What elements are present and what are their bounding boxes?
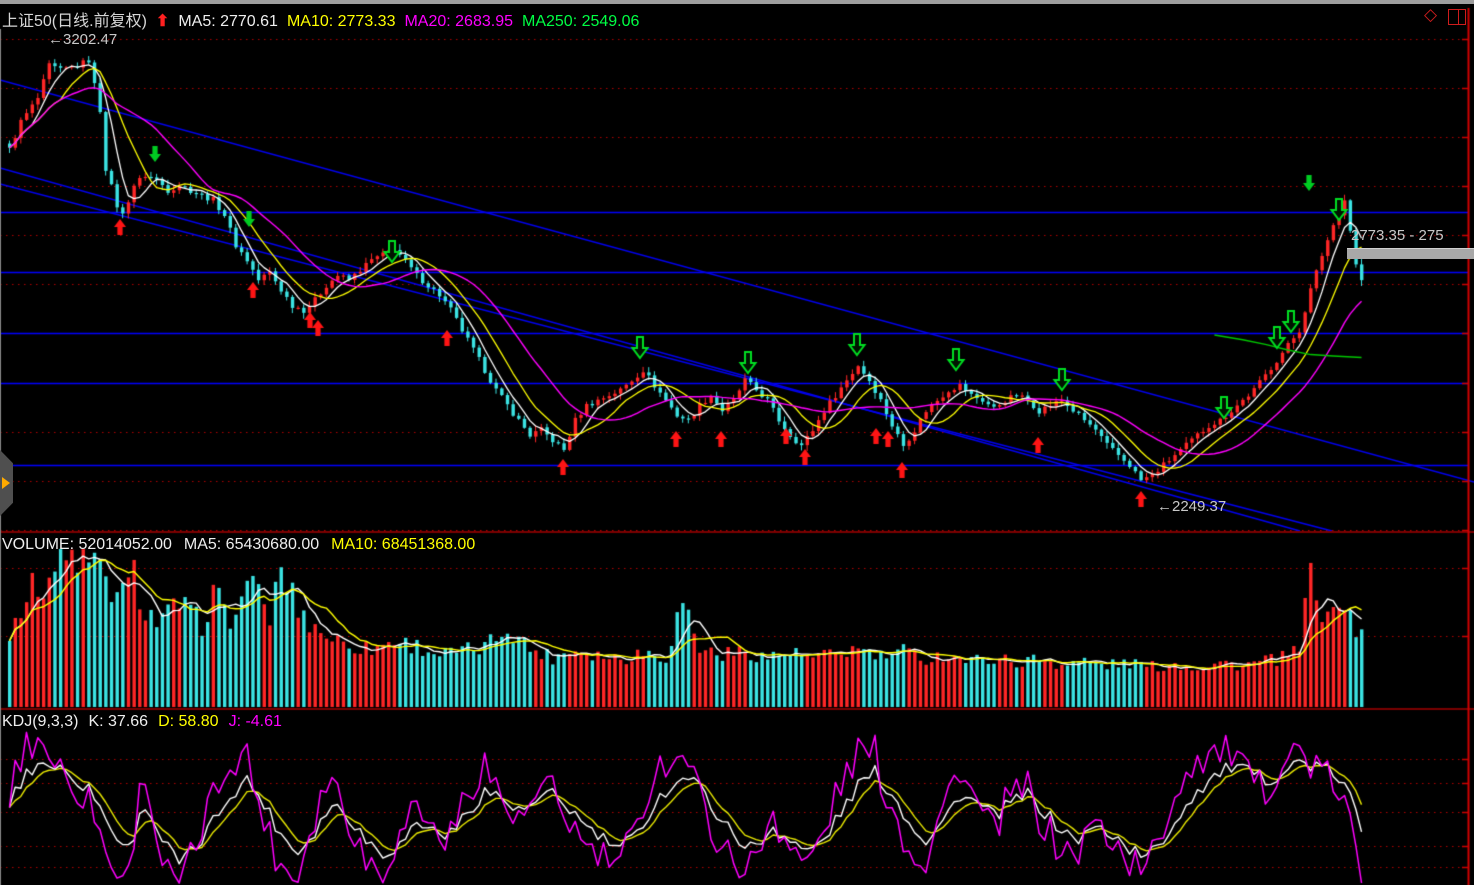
diamond-icon[interactable]: ◇ xyxy=(1424,6,1437,24)
ma10-readout: MA10: 2773.33 xyxy=(287,13,396,31)
volume-panel-header: VOLUME: 52014052.00 MA5: 65430680.00 MA1… xyxy=(2,536,475,554)
high-price-label: ←3202.47 xyxy=(48,31,117,49)
symbol-title: 上证50(日线.前复权) xyxy=(2,7,147,31)
ma5-readout: MA5: 2770.61 xyxy=(178,13,278,31)
split-window-icon[interactable] xyxy=(1448,9,1466,25)
kdj-name: KDJ(9,3,3) xyxy=(2,713,78,731)
volume-readout: VOLUME: 52014052.00 xyxy=(2,536,172,554)
window-top-edge xyxy=(0,0,1474,4)
kdj-panel-header: KDJ(9,3,3) K: 37.66 D: 58.80 J: -4.61 xyxy=(2,713,282,731)
volume-ma10-readout: MA10: 68451368.00 xyxy=(331,536,475,554)
up-arrow-icon: ⬆ xyxy=(156,11,169,31)
low-price-label: ←2249.37 xyxy=(1157,498,1226,516)
split-window-icon-divider xyxy=(1458,10,1459,24)
volume-ma5-readout: MA5: 65430680.00 xyxy=(184,536,319,554)
kdj-j-readout: J: -4.61 xyxy=(229,713,282,731)
ma250-readout: MA250: 2549.06 xyxy=(522,13,639,31)
price-range-tooltip: 2773.35 - 275 xyxy=(1351,227,1444,245)
stock-chart-window: 上证50(日线.前复权) ⬆ MA5: 2770.61 MA10: 2773.3… xyxy=(0,0,1474,885)
main-chart-header: 上证50(日线.前复权) ⬆ MA5: 2770.61 MA10: 2773.3… xyxy=(2,7,639,31)
expand-arrow-icon xyxy=(2,477,10,489)
kdj-k-readout: K: 37.66 xyxy=(88,713,148,731)
kdj-d-readout: D: 58.80 xyxy=(158,713,218,731)
ma20-readout: MA20: 2683.95 xyxy=(404,13,513,31)
price-range-highlight-bar xyxy=(1347,248,1474,259)
chart-canvas[interactable] xyxy=(0,0,1474,885)
